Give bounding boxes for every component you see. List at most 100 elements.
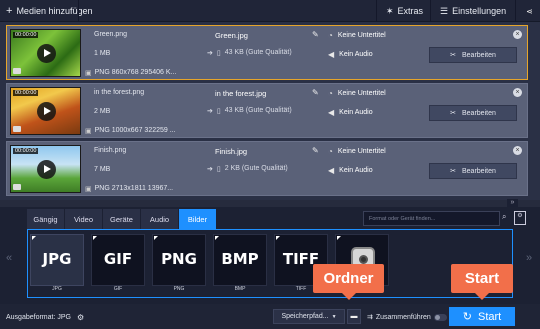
source-size: 7 MB <box>94 166 111 173</box>
tab-video[interactable]: Video <box>65 209 102 229</box>
save-path-button[interactable]: Speicherpfad... ▼ <box>273 309 345 324</box>
arrow-right-icon: ➔ <box>207 166 213 173</box>
file-row[interactable]: 00:00:00 Green.png 1 MB ▣ PNG 860x768 295… <box>6 25 528 80</box>
edit-label: Bearbeiten <box>462 109 496 117</box>
subtitle-select[interactable]: ◔ Keine Untertitel <box>328 147 386 156</box>
subtitle-label: Keine Untertitel <box>337 90 386 97</box>
scroll-left-icon[interactable]: « <box>6 252 12 264</box>
close-icon[interactable]: × <box>513 30 522 39</box>
tab-devices[interactable]: Geräte <box>103 209 140 229</box>
subtitle-select[interactable]: ◔ Keine Untertitel <box>328 31 386 40</box>
output-filename[interactable]: Green.jpg <box>215 31 248 40</box>
magic-wand-icon: ✶ <box>386 5 394 16</box>
source-filename: Finish.png <box>94 147 127 154</box>
folder-icon[interactable]: ▬ <box>347 309 361 324</box>
timecode: 00:00:00 <box>13 90 39 96</box>
scissors-icon: ✂ <box>450 168 456 175</box>
toggle-switch[interactable] <box>433 313 447 321</box>
source-info: ▣ PNG 2713x1811 13967... <box>85 185 173 193</box>
format-gif[interactable]: GIF <box>91 234 145 286</box>
expand-panel-icon[interactable]: » <box>507 199 518 207</box>
extras-button[interactable]: ✶ Extras <box>380 0 429 22</box>
format-bmp[interactable]: BMP <box>213 234 267 286</box>
start-label: Start <box>477 310 502 323</box>
search-icon[interactable]: ⌕ <box>502 212 506 222</box>
edit-label: Bearbeiten <box>462 51 496 59</box>
source-size: 2 MB <box>94 108 111 115</box>
file-icon: ▯ <box>216 108 221 115</box>
format-badge: PNG <box>161 250 197 268</box>
audio-label: Kein Audio <box>339 167 373 174</box>
format-label: PNG <box>173 286 185 292</box>
device-settings-icon[interactable]: ⚙ <box>514 211 526 225</box>
output-filename[interactable]: Finish.jpg <box>215 147 247 156</box>
pencil-icon[interactable]: ✎ <box>312 30 319 39</box>
menu-icon: ☰ <box>440 5 449 16</box>
play-icon[interactable] <box>37 160 56 179</box>
subtitle-select[interactable]: ◔ Keine Untertitel <box>328 89 386 98</box>
source-info-text: PNG 860x768 295406 K... <box>94 69 177 76</box>
play-icon[interactable] <box>37 102 56 121</box>
speaker-icon: ◀ <box>328 50 335 59</box>
format-png[interactable]: PNG <box>152 234 206 286</box>
start-callout: Start <box>451 264 513 300</box>
audio-select[interactable]: ◀ Kein Audio <box>328 166 373 175</box>
file-row[interactable]: 00:00:00 in the forest.png 2 MB ▣ PNG 100… <box>6 83 528 138</box>
tab-audio[interactable]: Audio <box>141 209 178 229</box>
pencil-icon[interactable]: ✎ <box>312 146 319 155</box>
speaker-icon: ◀ <box>328 166 335 175</box>
format-search-input[interactable]: Format oder Gerät finden... <box>363 211 500 226</box>
output-format-label: Ausgabeformat: JPG <box>6 314 71 321</box>
format-label: GIF <box>113 286 123 292</box>
source-info-text: PNG 2713x1811 13967... <box>94 185 174 192</box>
edit-button[interactable]: ✂ Bearbeiten <box>429 105 517 121</box>
camera-icon <box>13 126 21 132</box>
output-filename[interactable]: in the forest.jpg <box>215 89 266 98</box>
audio-label: Kein Audio <box>339 109 373 116</box>
settings-button[interactable]: ☰ Einstellungen <box>434 0 512 22</box>
output-size-text: 43 KB (Gute Qualität) <box>224 107 292 114</box>
merge-toggle[interactable]: ⇉ Zusammenführen <box>367 313 447 321</box>
pencil-icon[interactable]: ✎ <box>312 88 319 97</box>
speech-bubble-icon: ◔ <box>328 89 333 98</box>
format-label: JPG <box>52 286 62 292</box>
play-icon[interactable] <box>37 44 56 63</box>
top-toolbar: + Medien hinzufügen ✶ Extras ☰ Einstellu… <box>0 0 540 22</box>
plus-icon: + <box>6 5 13 17</box>
thumbnail: 00:00:00 <box>10 87 81 135</box>
file-row[interactable]: 00:00:00 Finish.png 7 MB ▣ PNG 2713x1811 … <box>6 141 528 196</box>
file-icon: ▯ <box>216 50 221 57</box>
share-icon[interactable]: ⋖ <box>519 0 540 22</box>
gear-icon[interactable]: ⚙ <box>77 313 84 322</box>
format-label: BMP <box>234 286 246 292</box>
add-media-button[interactable]: + Medien hinzufügen <box>0 0 99 22</box>
edit-button[interactable]: ✂ Bearbeiten <box>429 47 517 63</box>
close-icon[interactable]: × <box>513 146 522 155</box>
timecode: 00:00:00 <box>13 32 39 38</box>
output-size-text: 43 KB (Gute Qualität) <box>224 49 292 56</box>
image-icon: ▣ <box>85 128 92 135</box>
scissors-icon: ✂ <box>450 52 456 59</box>
source-size: 1 MB <box>94 50 111 57</box>
close-icon[interactable]: × <box>513 88 522 97</box>
output-size: ➔ ▯ 43 KB (Gute Qualität) <box>207 49 292 57</box>
output-size-text: 2 KB (Gute Qualität) <box>224 165 288 172</box>
tab-common[interactable]: Gängig <box>27 209 64 229</box>
thumbnail: 00:00:00 <box>10 145 81 193</box>
start-button[interactable]: ↻ Start <box>449 307 515 326</box>
arrow-right-icon: ➔ <box>207 108 213 115</box>
audio-select[interactable]: ◀ Kein Audio <box>328 50 373 59</box>
subtitle-label: Keine Untertitel <box>337 148 386 155</box>
tab-images[interactable]: Bilder <box>179 209 216 229</box>
speech-bubble-icon: ◔ <box>328 147 333 156</box>
save-path-label: Speicherpfad... <box>281 313 329 320</box>
scroll-right-icon[interactable]: » <box>526 252 532 264</box>
file-list: 00:00:00 Green.png 1 MB ▣ PNG 860x768 295… <box>0 22 540 200</box>
output-format: Ausgabeformat: JPG ⚙ <box>6 313 84 322</box>
format-badge: JPG <box>42 250 72 268</box>
edit-button[interactable]: ✂ Bearbeiten <box>429 163 517 179</box>
chevron-down-icon: ▼ <box>331 313 337 320</box>
settings-label: Einstellungen <box>452 6 507 16</box>
audio-select[interactable]: ◀ Kein Audio <box>328 108 373 117</box>
format-jpg[interactable]: JPG <box>30 234 84 286</box>
